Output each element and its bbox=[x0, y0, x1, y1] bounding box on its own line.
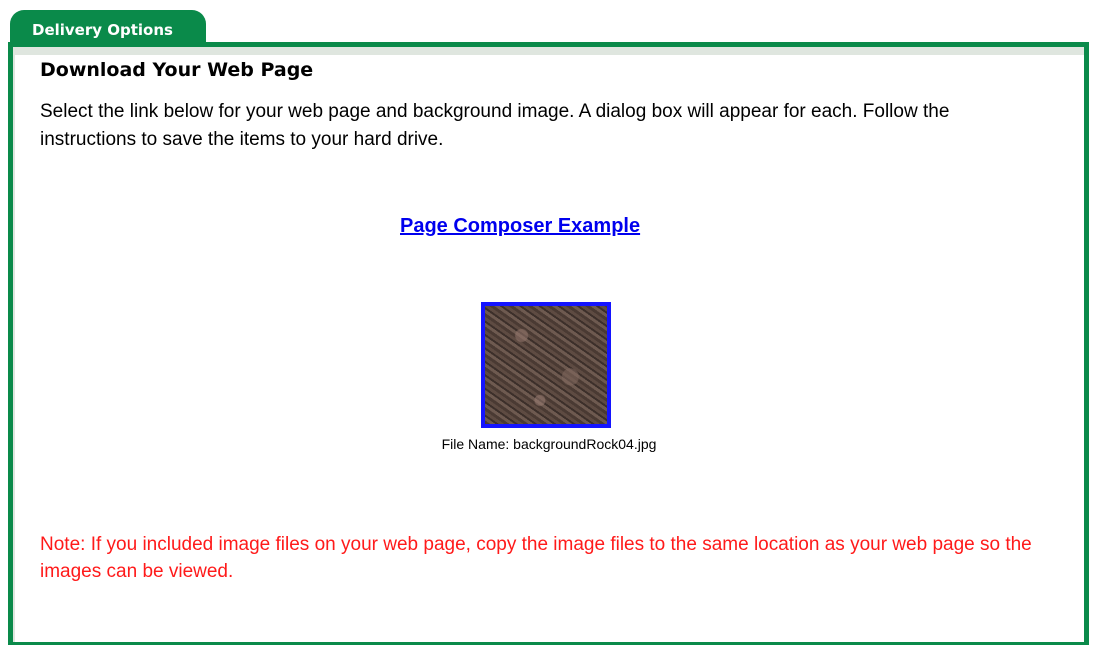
page-composer-example-link[interactable]: Page Composer Example bbox=[400, 215, 640, 238]
image-filename-caption: File Name: backgroundRock04.jpg bbox=[441, 436, 657, 452]
background-image-thumbnail[interactable] bbox=[481, 302, 611, 428]
tab-label: Delivery Options bbox=[32, 21, 173, 39]
note-text: Note: If you included image files on you… bbox=[40, 534, 1032, 582]
instructions-text: Select the link below for your web page … bbox=[40, 101, 950, 150]
section-heading: Download Your Web Page bbox=[40, 59, 314, 81]
